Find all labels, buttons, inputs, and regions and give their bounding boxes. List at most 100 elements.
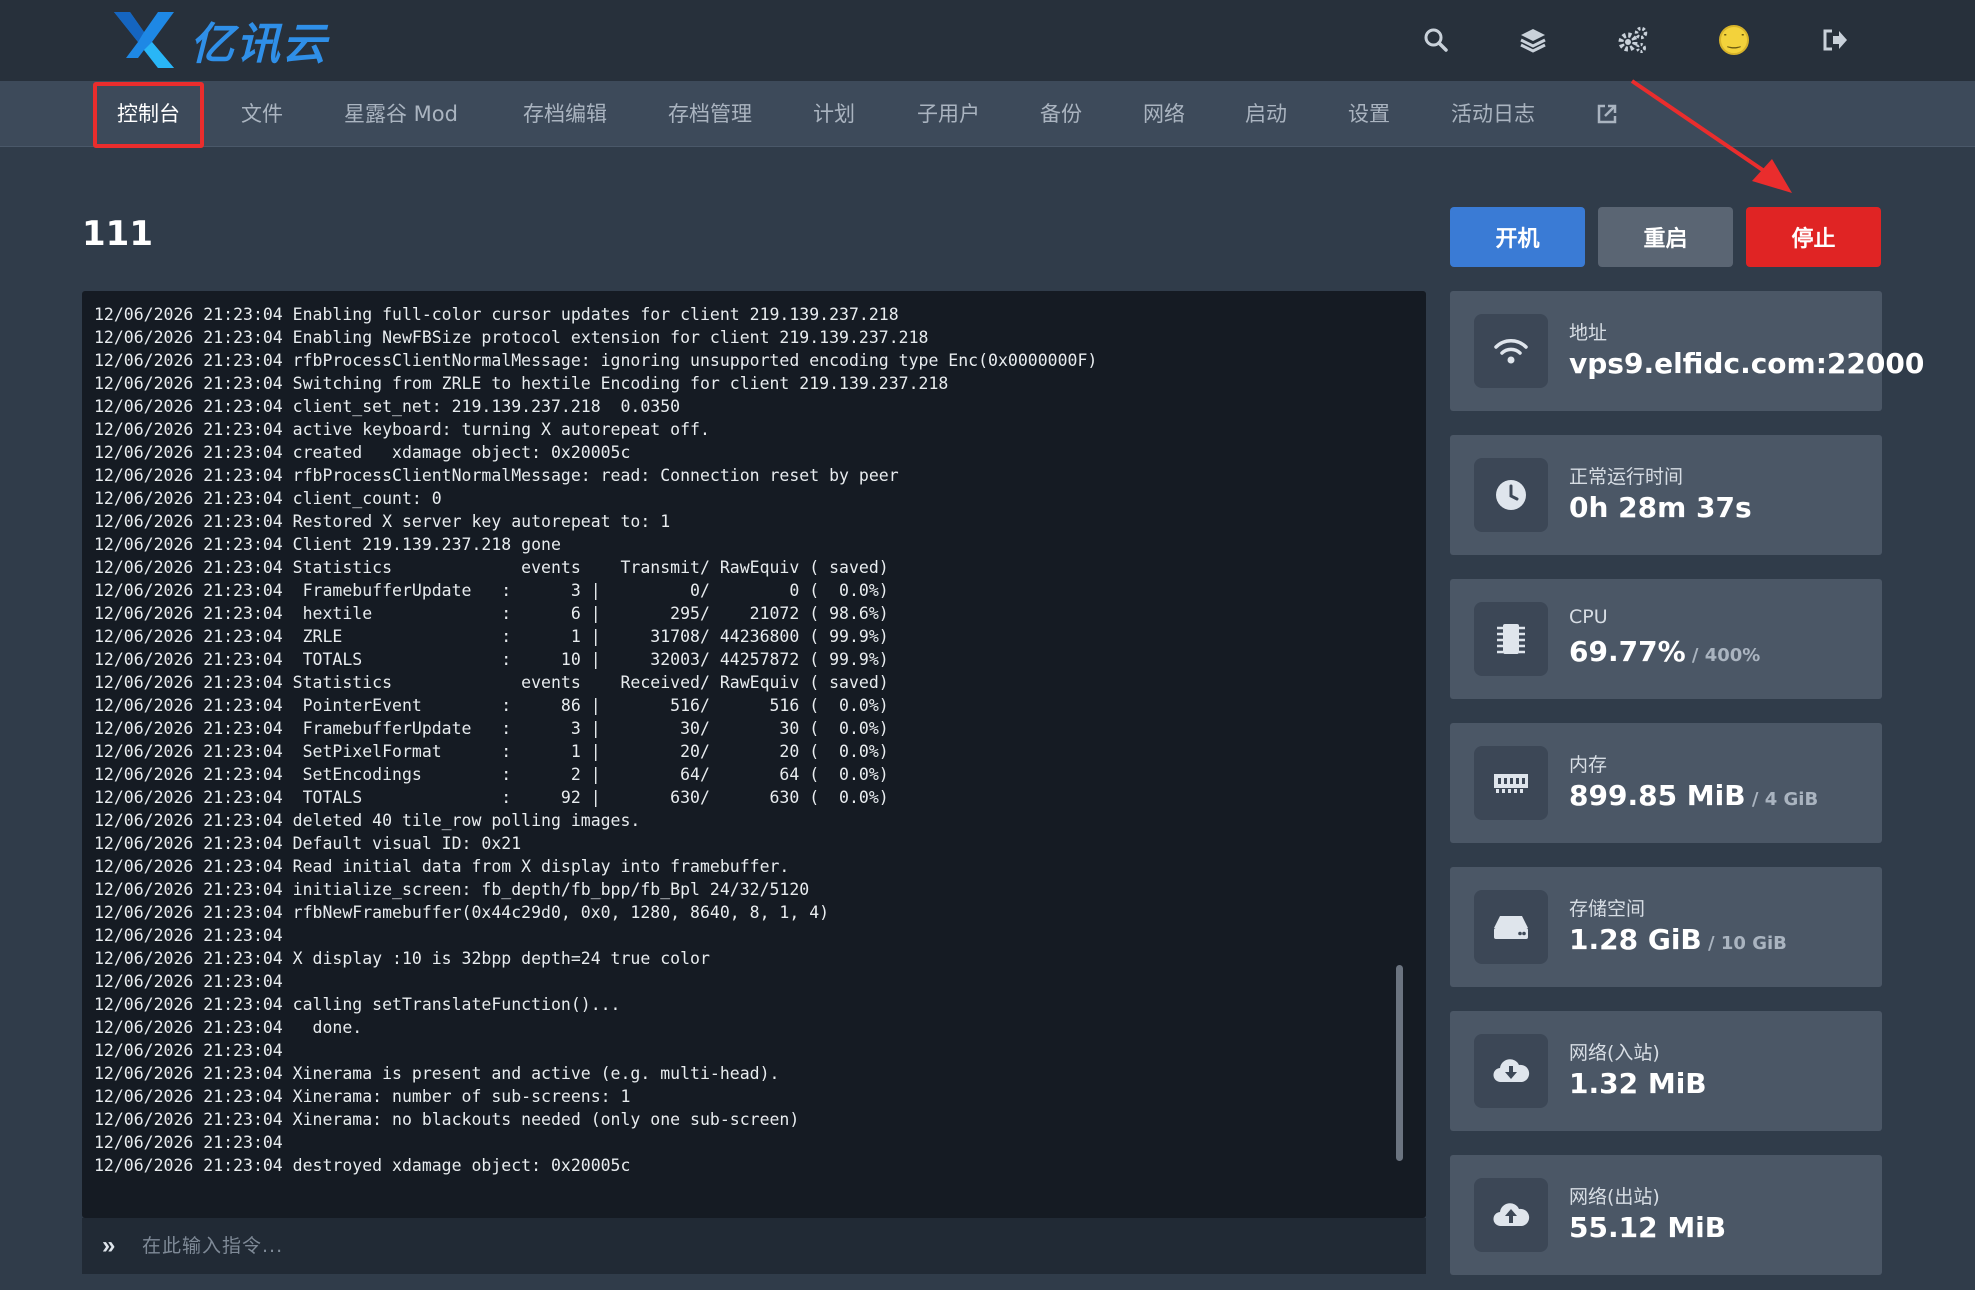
stat-label: 网络(出站): [1569, 1186, 1660, 1208]
console-line: 12/06/2026 21:23:04 Statistics events Tr…: [94, 558, 889, 577]
command-prompt-icon: »: [102, 1232, 116, 1259]
external-link-icon[interactable]: [1596, 81, 1618, 147]
stat-value: 1.28 GiB / 10 GiB: [1569, 923, 1787, 956]
console-line: 12/06/2026 21:23:04: [94, 926, 283, 945]
nav-startup[interactable]: 启动: [1245, 81, 1287, 147]
logout-icon[interactable]: [1812, 18, 1856, 62]
stat-label: 网络(入站): [1569, 1042, 1660, 1064]
console-line: 12/06/2026 21:23:04: [94, 972, 283, 991]
main-nav: 控制台 文件 星露谷 Mod 存档编辑 存档管理 计划 子用户 备份 网络 启动…: [0, 81, 1975, 147]
stop-button[interactable]: 停止: [1746, 207, 1881, 267]
console-line: 12/06/2026 21:23:04: [94, 1041, 283, 1060]
console-line: 12/06/2026 21:23:04 Default visual ID: 0…: [94, 834, 522, 853]
console-line: 12/06/2026 21:23:04 SetPixelFormat : 1 |…: [94, 742, 889, 761]
nav-console[interactable]: 控制台: [117, 81, 180, 147]
console-line: 12/06/2026 21:23:04 Xinerama is present …: [94, 1064, 780, 1083]
console-line: 12/06/2026 21:23:04 FramebufferUpdate : …: [94, 719, 889, 738]
console-line: 12/06/2026 21:23:04 Enabling full-color …: [94, 305, 899, 324]
top-bar: 亿讯云 ˙‿˙: [0, 0, 1975, 81]
stat-card-address: 地址 vps9.elfidc.com:22000: [1450, 291, 1924, 411]
stat-card-network-in: 网络(入站) 1.32 MiB: [1450, 1011, 1882, 1131]
console-line: 12/06/2026 21:23:04 calling setTranslate…: [94, 995, 621, 1014]
console-scrollbar[interactable]: [1396, 965, 1403, 1161]
cpu-icon: [1474, 602, 1548, 676]
console-line: 12/06/2026 21:23:04 Restored X server ke…: [94, 512, 671, 531]
console-line: 12/06/2026 21:23:04 done.: [94, 1018, 363, 1037]
nav-activity-log[interactable]: 活动日志: [1451, 81, 1535, 147]
stat-label: 内存: [1569, 754, 1608, 776]
server-title: 111: [82, 214, 153, 254]
stat-value-limit: / 400%: [1685, 645, 1761, 666]
nav-schedules[interactable]: 计划: [813, 81, 855, 147]
layers-icon[interactable]: [1511, 18, 1555, 62]
console-line: 12/06/2026 21:23:04 created xdamage obje…: [94, 443, 631, 462]
gears-icon[interactable]: [1611, 18, 1655, 62]
nav-backups[interactable]: 备份: [1040, 81, 1082, 147]
console-line: 12/06/2026 21:23:04 rfbProcessClientNorm…: [94, 351, 1098, 370]
stat-value-main: 55.12 MiB: [1569, 1211, 1727, 1244]
stat-label: 正常运行时间: [1569, 466, 1684, 488]
console-line: 12/06/2026 21:23:04 hextile : 6 | 295/ 2…: [94, 604, 889, 623]
nav-settings[interactable]: 设置: [1348, 81, 1390, 147]
console-line: 12/06/2026 21:23:04 TOTALS : 10 | 32003/…: [94, 650, 889, 669]
console-line: 12/06/2026 21:23:04 Switching from ZRLE …: [94, 374, 949, 393]
console-line: 12/06/2026 21:23:04: [94, 1133, 283, 1152]
console-line: 12/06/2026 21:23:04 active keyboard: tur…: [94, 420, 710, 439]
console-terminal[interactable]: 12/06/2026 21:23:04 Enabling full-color …: [82, 291, 1426, 1218]
console-line: 12/06/2026 21:23:04 rfbProcessClientNorm…: [94, 466, 899, 485]
console-output: 12/06/2026 21:23:04 Enabling full-color …: [94, 303, 1394, 1203]
wifi-icon: [1474, 314, 1548, 388]
cloud-upload-icon: [1474, 1178, 1548, 1252]
nav-files[interactable]: 文件: [241, 81, 283, 147]
console-line: 12/06/2026 21:23:04 X display :10 is 32b…: [94, 949, 710, 968]
stat-value-main: 0h 28m 37s: [1569, 491, 1752, 524]
console-line: 12/06/2026 21:23:04 client_count: 0: [94, 489, 442, 508]
stat-value-main: 899.85 MiB: [1569, 779, 1746, 812]
stat-card-uptime: 正常运行时间 0h 28m 37s: [1450, 435, 1882, 555]
stat-card-storage: 存储空间 1.28 GiB / 10 GiB: [1450, 867, 1882, 987]
console-line: 12/06/2026 21:23:04 destroyed xdamage ob…: [94, 1156, 631, 1175]
stat-label: 地址: [1569, 322, 1608, 344]
restart-button[interactable]: 重启: [1598, 207, 1733, 267]
avatar-face: ˙‿˙: [1719, 25, 1749, 55]
nav-save-editor[interactable]: 存档编辑: [523, 81, 607, 147]
console-line: 12/06/2026 21:23:04 TOTALS : 92 | 630/ 6…: [94, 788, 889, 807]
stat-card-cpu: CPU 69.77% / 400%: [1450, 579, 1882, 699]
cloud-download-icon: [1474, 1034, 1548, 1108]
stat-card-memory: 内存 899.85 MiB / 4 GiB: [1450, 723, 1882, 843]
stat-value: 899.85 MiB / 4 GiB: [1569, 779, 1818, 812]
stat-value-main: 1.28 GiB: [1569, 923, 1702, 956]
memory-icon: [1474, 746, 1548, 820]
console-line: 12/06/2026 21:23:04 Enabling NewFBSize p…: [94, 328, 929, 347]
start-button[interactable]: 开机: [1450, 207, 1585, 267]
console-line: 12/06/2026 21:23:04 Xinerama: number of …: [94, 1087, 631, 1106]
console-line: 12/06/2026 21:23:04 deleted 40 tile_row …: [94, 811, 641, 830]
console-line: 12/06/2026 21:23:04 Xinerama: no blackou…: [94, 1110, 800, 1129]
console-line: 12/06/2026 21:23:04 ZRLE : 1 | 31708/ 44…: [94, 627, 889, 646]
nav-stardew-mod[interactable]: 星露谷 Mod: [344, 81, 458, 147]
console-line: 12/06/2026 21:23:04 Statistics events Re…: [94, 673, 889, 692]
stat-value: 69.77% / 400%: [1569, 635, 1760, 668]
stat-value-limit: / 10 GiB: [1701, 933, 1787, 954]
stat-value: 55.12 MiB: [1569, 1211, 1726, 1244]
console-line: 12/06/2026 21:23:04 Client 219.139.237.2…: [94, 535, 561, 554]
console-line: 12/06/2026 21:23:04 rfbNewFramebuffer(0x…: [94, 903, 830, 922]
search-icon[interactable]: [1414, 18, 1458, 62]
console-line: 12/06/2026 21:23:04 client_set_net: 219.…: [94, 397, 681, 416]
avatar[interactable]: ˙‿˙: [1712, 18, 1756, 62]
stat-value-main: vps9.elfidc.com:22000: [1569, 347, 1925, 380]
hdd-icon: [1474, 890, 1548, 964]
nav-save-manager[interactable]: 存档管理: [668, 81, 752, 147]
nav-network[interactable]: 网络: [1143, 81, 1185, 147]
stat-value-main: 69.77%: [1569, 635, 1686, 668]
command-bar: »: [82, 1218, 1426, 1274]
nav-subusers[interactable]: 子用户: [917, 81, 980, 147]
stat-value-main: 1.32 MiB: [1569, 1067, 1707, 1100]
console-line: 12/06/2026 21:23:04 Read initial data fr…: [94, 857, 790, 876]
clock-icon: [1474, 458, 1548, 532]
stat-value: 1.32 MiB: [1569, 1067, 1707, 1100]
command-input[interactable]: [142, 1226, 1392, 1266]
console-line: 12/06/2026 21:23:04 PointerEvent : 86 | …: [94, 696, 889, 715]
console-line: 12/06/2026 21:23:04 FramebufferUpdate : …: [94, 581, 889, 600]
stat-label: 存储空间: [1569, 898, 1646, 920]
